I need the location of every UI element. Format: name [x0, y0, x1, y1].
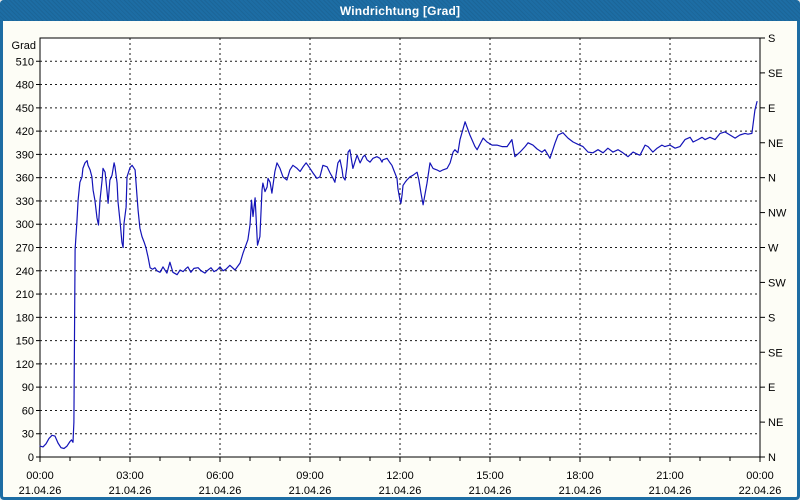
window-title: Windrichtung [Grad]	[339, 3, 461, 18]
x-axis-time-label: 00:00	[746, 470, 774, 482]
compass-axis-label: SW	[768, 277, 786, 289]
x-axis-time-label: 21:00	[656, 470, 684, 482]
chart-window: 0 30 60 90 120 150 180 210 240 270 300 330 360 390 420…	[0, 0, 800, 500]
x-axis-time-label: 00:00	[26, 470, 54, 482]
x-axis-time-label: 15:00	[476, 470, 504, 482]
y-axis-tick-label: 180	[16, 312, 34, 324]
compass-axis-label: E	[768, 382, 775, 394]
y-axis-tick-label: 0	[28, 452, 34, 464]
x-axis-date-label: 21.04.26	[289, 485, 332, 497]
y-axis-tick-label: 480	[16, 80, 34, 92]
x-axis-date-label: 21.04.26	[559, 485, 602, 497]
y-axis-tick-label: 210	[16, 289, 34, 301]
x-axis-time-label: 09:00	[296, 470, 324, 482]
y-axis-tick-label: 240	[16, 266, 34, 278]
window-title-bar: Windrichtung [Grad]	[0, 0, 800, 21]
compass-axis-label: NE	[768, 417, 783, 429]
y-axis-tick-label: 390	[16, 149, 34, 161]
y-axis-tick-label: 330	[16, 196, 34, 208]
compass-axis-label: NW	[768, 208, 787, 220]
x-axis-date-label: 21.04.26	[19, 485, 62, 497]
compass-axis-label: S	[768, 312, 775, 324]
x-axis-date-label: 21.04.26	[469, 485, 512, 497]
x-axis-date-label: 22.04.26	[739, 485, 782, 497]
x-axis-date-label: 21.04.26	[109, 485, 152, 497]
y-axis-tick-label: 30	[22, 429, 34, 441]
y-axis-tick-label: 360	[16, 173, 34, 185]
y-axis-tick-label: 450	[16, 103, 34, 115]
compass-axis-label: S	[768, 33, 775, 45]
x-axis-date-label: 21.04.26	[379, 485, 422, 497]
x-axis-time-label: 03:00	[116, 470, 144, 482]
compass-axis-label: N	[768, 452, 776, 464]
compass-axis-label: W	[768, 243, 779, 255]
compass-axis-label: E	[768, 103, 775, 115]
compass-axis-label: SE	[768, 347, 783, 359]
x-axis-date-label: 21.04.26	[199, 485, 242, 497]
compass-axis-label: SE	[768, 68, 783, 80]
x-axis-date-label: 21.04.26	[649, 485, 692, 497]
y-axis-unit-label: Grad	[12, 40, 36, 52]
x-axis-time-label: 18:00	[566, 470, 594, 482]
y-axis-tick-label: 90	[22, 382, 34, 394]
y-axis-tick-label: 510	[16, 56, 34, 68]
x-axis-time-label: 12:00	[386, 470, 414, 482]
y-axis-tick-label: 300	[16, 219, 34, 231]
x-axis-time-label: 06:00	[206, 470, 234, 482]
chart-svg: 0 30 60 90 120 150 180 210 240 270 300 330 360 390 420…	[12, 33, 787, 497]
compass-axis-label: NE	[768, 138, 783, 150]
y-axis-tick-label: 60	[22, 405, 34, 417]
y-axis-tick-label: 150	[16, 336, 34, 348]
y-axis-tick-label: 420	[16, 126, 34, 138]
compass-axis-label: N	[768, 173, 776, 185]
y-axis-tick-label: 120	[16, 359, 34, 371]
y-axis-tick-label: 270	[16, 243, 34, 255]
